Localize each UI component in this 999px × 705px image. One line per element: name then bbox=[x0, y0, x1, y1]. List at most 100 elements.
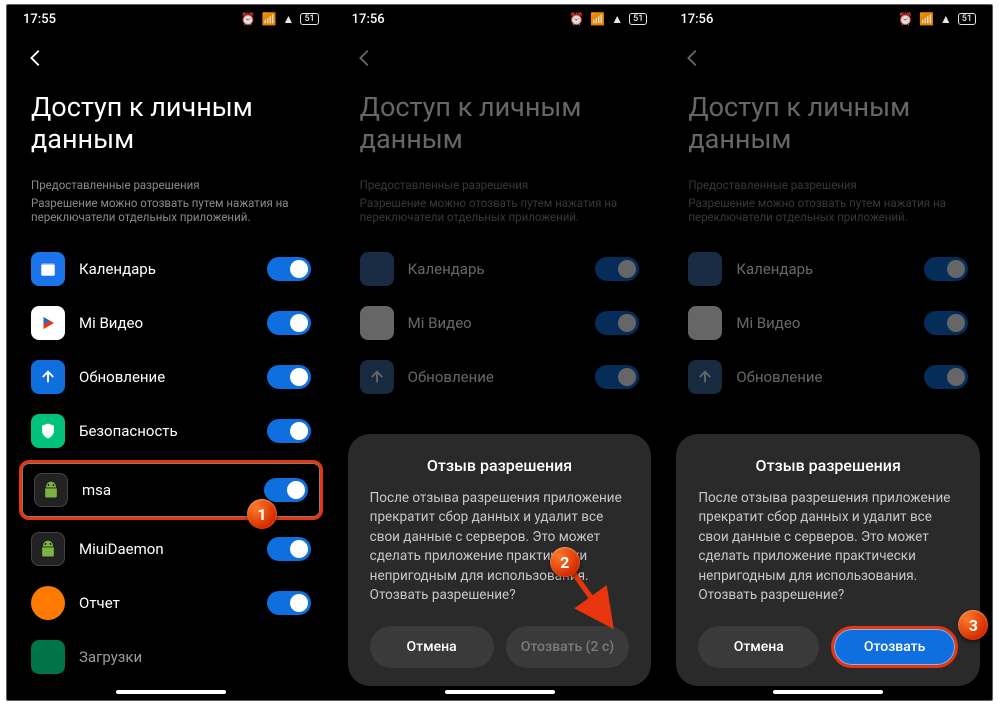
toggle-switch bbox=[924, 257, 968, 281]
toggle-switch bbox=[595, 311, 639, 335]
dialog-title: Отзыв разрешения bbox=[370, 456, 630, 475]
report-icon bbox=[31, 586, 65, 620]
signal-icon: 📶 bbox=[590, 12, 605, 26]
app-label: Обновление bbox=[736, 368, 910, 386]
back-icon[interactable] bbox=[25, 47, 47, 69]
app-row-update: Обновление bbox=[352, 350, 648, 404]
app-label: Mi Видео bbox=[408, 314, 582, 332]
app-row-miuidaemon[interactable]: MiuiDaemon bbox=[23, 522, 319, 576]
app-row-report[interactable]: Отчет bbox=[23, 576, 319, 630]
status-icons: ⏰ 📶 ▲ 51 bbox=[569, 12, 647, 26]
status-bar: 17:56 ⏰📶▲ 51 bbox=[664, 5, 992, 33]
app-label: Загрузки bbox=[79, 648, 311, 666]
app-row-calendar[interactable]: Календарь bbox=[23, 242, 319, 296]
toggle-switch[interactable] bbox=[267, 419, 311, 443]
cancel-button[interactable]: Отмена bbox=[698, 626, 819, 668]
app-label: Календарь bbox=[408, 260, 582, 278]
alarm-icon: ⏰ bbox=[898, 12, 913, 26]
cancel-button[interactable]: Отмена bbox=[370, 626, 494, 668]
back-icon bbox=[682, 47, 704, 69]
section-hint: Разрешение можно отозвать путем нажатия … bbox=[7, 194, 335, 238]
section-hint: Разрешение можно отозвать путем нажатия … bbox=[336, 194, 664, 238]
app-row-calendar: Календарь bbox=[680, 242, 976, 296]
video-icon bbox=[31, 306, 65, 340]
section-hint: Разрешение можно отозвать путем нажатия … bbox=[664, 194, 992, 238]
toggle-switch[interactable] bbox=[267, 591, 311, 615]
app-label: Обновление bbox=[79, 368, 253, 386]
signal-icon: 📶 bbox=[919, 12, 934, 26]
toggle-switch bbox=[595, 365, 639, 389]
video-icon bbox=[360, 306, 394, 340]
status-time: 17:55 bbox=[23, 12, 56, 27]
status-time: 17:56 bbox=[352, 12, 385, 27]
wifi-icon: ▲ bbox=[940, 12, 952, 26]
wifi-icon: ▲ bbox=[283, 12, 295, 26]
dialog-title: Отзыв разрешения bbox=[698, 456, 958, 475]
confirm-button[interactable]: Отозвать bbox=[831, 626, 958, 668]
toggle-switch[interactable] bbox=[267, 257, 311, 281]
app-row-update: Обновление bbox=[680, 350, 976, 404]
page-title: Доступ к личным данным bbox=[7, 81, 335, 160]
app-label: Отчет bbox=[79, 594, 253, 612]
app-list: Календарь Mi Видео Обновление Безопаснос… bbox=[7, 238, 335, 684]
battery-icon: 51 bbox=[629, 13, 647, 25]
update-icon bbox=[688, 360, 722, 394]
app-label: Календарь bbox=[736, 260, 910, 278]
page-title: Доступ к личным данным bbox=[664, 81, 992, 160]
toggle-switch bbox=[924, 365, 968, 389]
status-icons: ⏰📶▲ 51 bbox=[898, 12, 976, 26]
toggle-switch[interactable] bbox=[264, 478, 308, 502]
app-label: Mi Видео bbox=[736, 314, 910, 332]
section-subtitle: Предоставленные разрешения bbox=[336, 160, 664, 194]
phone-screen-2: 17:56 ⏰ 📶 ▲ 51 Доступ к личным данным Пред… bbox=[335, 5, 664, 700]
alarm-icon: ⏰ bbox=[241, 12, 256, 26]
android-icon bbox=[34, 473, 68, 507]
status-icons: ⏰ 📶 ▲ 51 bbox=[241, 12, 319, 26]
app-row-update[interactable]: Обновление bbox=[23, 350, 319, 404]
revoke-dialog: Отзыв разрешения После отзыва разрешения… bbox=[676, 434, 980, 686]
status-bar: 17:56 ⏰ 📶 ▲ 51 bbox=[336, 5, 664, 33]
app-row-mivideo[interactable]: Mi Видео bbox=[23, 296, 319, 350]
wifi-icon: ▲ bbox=[611, 12, 623, 26]
status-time: 17:56 bbox=[680, 12, 713, 27]
app-row-mivideo: Mi Видео bbox=[352, 296, 648, 350]
section-subtitle: Предоставленные разрешения bbox=[7, 160, 335, 194]
annotation-badge-3: 3 bbox=[958, 610, 988, 640]
battery-icon: 51 bbox=[300, 13, 318, 25]
app-row-msa[interactable]: msa bbox=[19, 460, 323, 520]
home-indicator[interactable] bbox=[773, 690, 883, 694]
calendar-icon bbox=[31, 252, 65, 286]
toggle-switch[interactable] bbox=[267, 365, 311, 389]
toggle-switch[interactable] bbox=[267, 311, 311, 335]
phone-screen-3: 17:56 ⏰📶▲ 51 Доступ к личным данным Пред… bbox=[663, 5, 992, 700]
toggle-switch bbox=[595, 257, 639, 281]
app-list: Календарь Mi Видео Обновление bbox=[336, 238, 664, 404]
app-label: MiuiDaemon bbox=[79, 540, 253, 558]
toggle-switch[interactable] bbox=[267, 537, 311, 561]
update-icon bbox=[360, 360, 394, 394]
alarm-icon: ⏰ bbox=[569, 12, 584, 26]
phone-screen-1: 17:55 ⏰ 📶 ▲ 51 Доступ к личным данным Пр… bbox=[7, 5, 335, 700]
revoke-dialog: Отзыв разрешения После отзыва разрешения… bbox=[348, 434, 652, 686]
calendar-icon bbox=[688, 252, 722, 286]
status-bar: 17:55 ⏰ 📶 ▲ 51 bbox=[7, 5, 335, 33]
app-label: Обновление bbox=[408, 368, 582, 386]
app-label: Mi Видео bbox=[79, 314, 253, 332]
download-icon bbox=[31, 640, 65, 674]
app-row-downloads[interactable]: Загрузки bbox=[23, 630, 319, 684]
android-icon bbox=[31, 532, 65, 566]
app-label: msa bbox=[82, 481, 250, 499]
app-row-security[interactable]: Безопасность bbox=[23, 404, 319, 458]
page-title: Доступ к личным данным bbox=[336, 81, 664, 160]
home-indicator[interactable] bbox=[116, 690, 226, 694]
signal-icon: 📶 bbox=[262, 12, 277, 26]
annotation-badge-2: 2 bbox=[550, 547, 580, 577]
app-row-calendar: Календарь bbox=[352, 242, 648, 296]
calendar-icon bbox=[360, 252, 394, 286]
video-icon bbox=[688, 306, 722, 340]
app-label: Календарь bbox=[79, 260, 253, 278]
app-row-mivideo: Mi Видео bbox=[680, 296, 976, 350]
shield-icon bbox=[31, 414, 65, 448]
annotation-badge-1: 1 bbox=[247, 499, 277, 529]
home-indicator[interactable] bbox=[445, 690, 555, 694]
